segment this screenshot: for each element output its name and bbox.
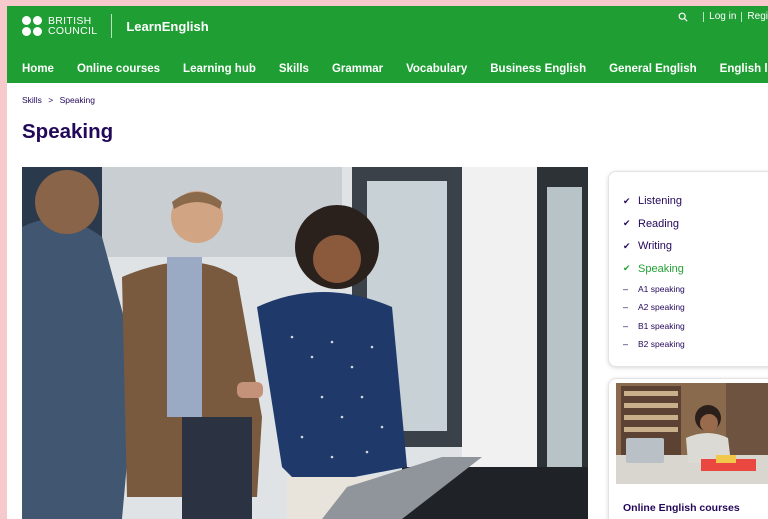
logo-divider (111, 14, 113, 38)
nav-home[interactable]: Home (22, 63, 54, 75)
sidebar-item-label: Reading (638, 217, 679, 230)
breadcrumb-skills[interactable]: Skills (22, 95, 42, 105)
site-header: BRITISH COUNCIL LearnEnglish Log in Regi… (7, 6, 768, 83)
sidebar-item-speaking[interactable]: ✔ Speaking (623, 258, 685, 281)
nav-skills[interactable]: Skills (279, 63, 309, 75)
page-title: Speaking (22, 120, 114, 143)
course-card-title: Online English courses (623, 502, 740, 514)
student-library-illustration (616, 383, 768, 484)
register-link[interactable]: Regi (747, 11, 768, 22)
nav-english-levels[interactable]: English levels (720, 63, 768, 75)
sidebar-item-writing[interactable]: ✔ Writing (623, 235, 685, 258)
dash-icon: – (623, 284, 629, 295)
logo-dots-icon (22, 16, 42, 36)
nav-learning-hub[interactable]: Learning hub (183, 63, 256, 75)
dash-icon: – (623, 320, 629, 331)
sidebar-item-reading[interactable]: ✔ Reading (623, 213, 685, 236)
page-edge-left (0, 0, 7, 519)
sidebar-item-a1-speaking[interactable]: – A1 speaking (623, 280, 685, 298)
skills-sidebar: ✔ Listening ✔ Reading ✔ Writing ✔ Speaki… (608, 171, 768, 367)
login-link[interactable]: Log in (709, 11, 736, 22)
office-handshake-illustration (22, 167, 588, 519)
breadcrumb: Skills > Speaking (22, 95, 99, 105)
british-council-logo[interactable]: BRITISH COUNCIL LearnEnglish (22, 14, 209, 38)
hero-photo (22, 167, 588, 519)
main-nav: Home Online courses Learning hub Skills … (22, 63, 768, 75)
sidebar-item-b2-speaking[interactable]: – B2 speaking (623, 335, 685, 353)
course-card-photo (616, 383, 768, 484)
utility-nav: Log in Regi (678, 11, 768, 22)
logo-line-2: COUNCIL (48, 25, 98, 37)
sidebar-item-listening[interactable]: ✔ Listening (623, 190, 685, 213)
search-icon[interactable] (678, 12, 688, 22)
utility-divider (741, 11, 743, 22)
nav-online-courses[interactable]: Online courses (77, 63, 160, 75)
nav-general-english[interactable]: General English (609, 63, 697, 75)
dash-icon: – (623, 339, 629, 350)
site-name[interactable]: LearnEnglish (126, 19, 208, 34)
skills-list: ✔ Listening ✔ Reading ✔ Writing ✔ Speaki… (623, 190, 685, 353)
nav-business-english[interactable]: Business English (490, 63, 586, 75)
check-icon: ✔ (623, 195, 631, 206)
check-icon: ✔ (623, 218, 631, 229)
dash-icon: – (623, 302, 629, 313)
online-courses-card[interactable]: Online English courses (608, 378, 768, 519)
nav-grammar[interactable]: Grammar (332, 63, 383, 75)
nav-vocabulary[interactable]: Vocabulary (406, 63, 467, 75)
check-icon: ✔ (623, 240, 631, 251)
logo-wordmark: BRITISH COUNCIL (48, 16, 98, 37)
sidebar-item-label: Writing (638, 240, 673, 253)
sidebar-item-label: Listening (638, 195, 683, 208)
sidebar-item-label: Speaking (638, 262, 684, 275)
breadcrumb-separator: > (48, 95, 54, 105)
sidebar-item-label: B2 speaking (638, 339, 685, 350)
sidebar-item-a2-speaking[interactable]: – A2 speaking (623, 298, 685, 316)
check-icon: ✔ (623, 263, 631, 274)
sidebar-item-b1-speaking[interactable]: – B1 speaking (623, 317, 685, 335)
breadcrumb-current: Speaking (59, 95, 96, 105)
sidebar-item-label: A1 speaking (638, 284, 685, 295)
sidebar-item-label: A2 speaking (638, 302, 685, 313)
sidebar-item-label: B1 speaking (638, 320, 685, 331)
utility-divider (703, 11, 705, 22)
